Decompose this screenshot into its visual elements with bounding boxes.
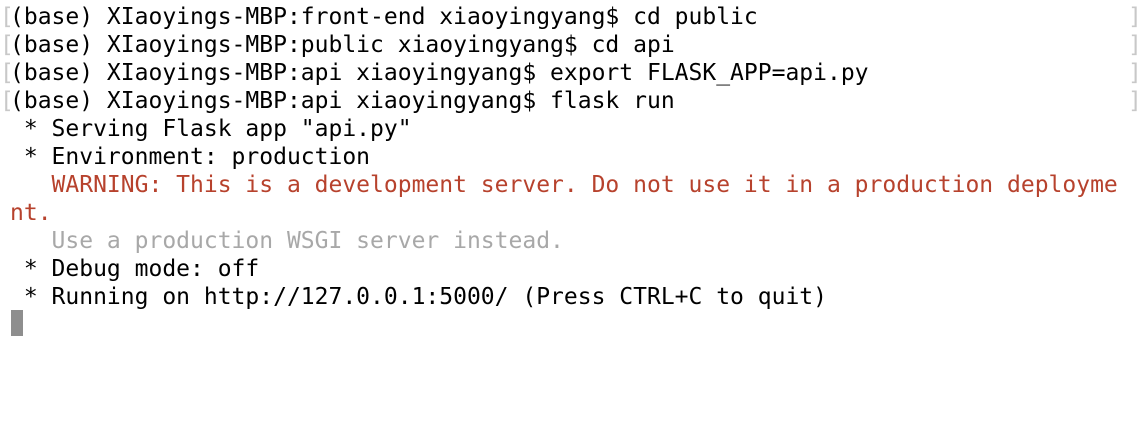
command-line: (base) XIaoyings-MBP:public xiaoyingyang… bbox=[10, 32, 675, 58]
output-warning-wrap-line: nt. bbox=[10, 200, 52, 226]
terminal-window[interactable]: [ [ [ [ ] ] ] ] (base) XIaoyings-MBP:fro… bbox=[0, 0, 1142, 438]
terminal-cursor bbox=[11, 310, 23, 336]
output-running-on-line: * Running on http://127.0.0.1:5000/ (Pre… bbox=[10, 284, 827, 310]
scrollback-mark-right: ] bbox=[1128, 60, 1142, 86]
output-wsgi-hint-line: Use a production WSGI server instead. bbox=[10, 228, 564, 254]
output-environment-line: * Environment: production bbox=[10, 144, 371, 170]
scrollback-mark-right: ] bbox=[1128, 88, 1142, 114]
output-serving-line: * Serving Flask app "api.py" bbox=[10, 116, 412, 142]
scrollback-mark-right: ] bbox=[1128, 32, 1142, 58]
output-debug-mode-line: * Debug mode: off bbox=[10, 256, 260, 282]
command-line: (base) XIaoyings-MBP:front-end xiaoyingy… bbox=[10, 4, 758, 30]
command-line: (base) XIaoyings-MBP:api xiaoyingyang$ e… bbox=[10, 60, 869, 86]
scrollback-mark-right: ] bbox=[1128, 4, 1142, 30]
output-warning-line: WARNING: This is a development server. D… bbox=[10, 172, 1118, 198]
command-line: (base) XIaoyings-MBP:api xiaoyingyang$ f… bbox=[10, 88, 675, 114]
